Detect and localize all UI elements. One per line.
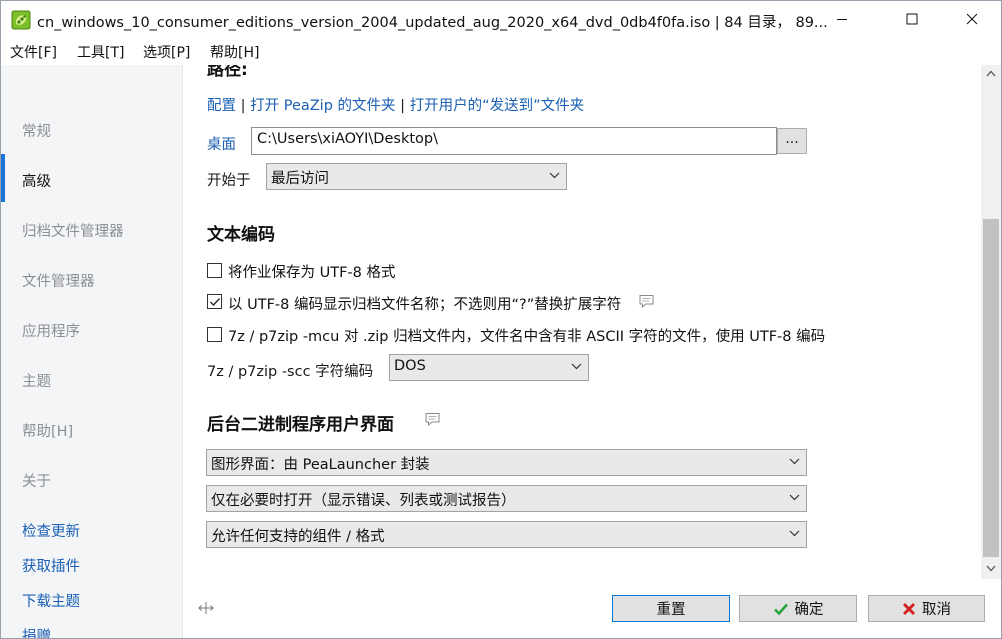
menu-help[interactable]: 帮助[H]	[210, 42, 259, 62]
display-utf8-label: 以 UTF-8 编码显示归档文件名称；不选则用“?”替换扩展字符	[228, 297, 622, 313]
reset-button[interactable]: 重置	[612, 595, 730, 622]
link-separator: |	[400, 98, 406, 114]
scc-encoding-select[interactable]: DOS	[389, 354, 589, 381]
link-separator: |	[240, 98, 246, 114]
minimize-button[interactable]	[819, 1, 865, 37]
window-title: cn_windows_10_consumer_editions_version_…	[37, 15, 828, 31]
sidebar-item-file-manager[interactable]: 文件管理器	[22, 270, 95, 291]
donate-link[interactable]: 捐赠	[22, 625, 51, 638]
cross-icon	[902, 602, 916, 616]
encoding-heading: 文本编码	[207, 225, 275, 245]
display-utf8-checkbox[interactable]	[207, 294, 222, 309]
dialog-button-bar: 重置 确定 取消	[184, 579, 1001, 638]
menu-bar: 文件[F] 工具[T] 选项[P] 帮助[H]	[1, 39, 1001, 65]
paths-heading: 路径:	[207, 65, 248, 80]
save-jobs-utf8-checkbox[interactable]	[207, 263, 222, 278]
maximize-icon	[906, 13, 918, 25]
open-when-value: 仅在必要时打开（显示错误、列表或测试报告）	[211, 493, 516, 509]
peazip-settings-window: cn_windows_10_consumer_editions_version_…	[0, 0, 1002, 639]
menu-file[interactable]: 文件[F]	[10, 42, 57, 62]
start-in-value: 最后访问	[271, 171, 329, 187]
reset-label: 重置	[656, 602, 686, 618]
resize-grip-icon[interactable]	[198, 601, 214, 615]
chevron-down-icon	[549, 172, 560, 179]
config-link[interactable]: 配置	[207, 98, 236, 114]
check-updates-link[interactable]: 检查更新	[22, 520, 80, 541]
open-sendto-folder-link[interactable]: 打开用户的“发送到”文件夹	[410, 98, 585, 114]
open-when-select[interactable]: 仅在必要时打开（显示错误、列表或测试报告）	[206, 485, 807, 512]
minimize-icon	[837, 19, 847, 20]
download-themes-link[interactable]: 下载主题	[22, 590, 80, 611]
cancel-label: 取消	[922, 602, 951, 618]
chevron-down-icon	[571, 363, 582, 370]
sidebar-item-archive-manager[interactable]: 归档文件管理器	[22, 220, 124, 241]
scc-encoding-label: 7z / p7zip -scc 字符编码	[207, 364, 374, 380]
mcu-utf8-label: 7z / p7zip -mcu 对 .zip 归档文件内，文件名中含有非 ASC…	[228, 329, 826, 345]
checkmark-icon	[210, 298, 220, 306]
scroll-down-icon[interactable]	[986, 565, 996, 572]
chevron-down-icon	[789, 530, 800, 537]
browse-button[interactable]: ...	[777, 128, 807, 154]
start-in-label: 开始于	[207, 173, 251, 189]
get-plugins-link[interactable]: 获取插件	[22, 555, 80, 576]
settings-sidebar: 常规 高级 归档文件管理器 文件管理器 应用程序 主题 帮助[H] 关于 检查更…	[1, 65, 183, 638]
sidebar-item-themes[interactable]: 主题	[22, 370, 51, 391]
mcu-utf8-checkbox[interactable]	[207, 327, 222, 342]
settings-content: 路径: 配置 | 打开 PeaZip 的文件夹 | 打开用户的“发送到”文件夹 …	[184, 65, 981, 579]
gui-wrapper-value: 图形界面：由 PeaLauncher 封装	[211, 457, 430, 473]
cancel-button[interactable]: 取消	[868, 595, 985, 622]
checkmark-icon	[773, 602, 789, 616]
sidebar-item-help[interactable]: 帮助[H]	[22, 420, 73, 441]
chevron-down-icon	[789, 458, 800, 465]
save-jobs-utf8-label: 将作业保存为 UTF-8 格式	[228, 265, 396, 281]
ok-label: 确定	[794, 602, 824, 618]
scroll-up-icon[interactable]	[986, 70, 996, 77]
allowed-components-select[interactable]: 允许任何支持的组件 / 格式	[206, 521, 807, 548]
title-bar: cn_windows_10_consumer_editions_version_…	[1, 1, 1001, 39]
ok-button[interactable]: 确定	[739, 595, 857, 622]
chevron-down-icon	[789, 494, 800, 501]
sidebar-item-advanced[interactable]: 高级	[22, 170, 51, 191]
comment-icon[interactable]	[638, 294, 655, 309]
open-peazip-folder-link[interactable]: 打开 PeaZip 的文件夹	[250, 98, 395, 114]
backend-ui-heading: 后台二进制程序用户界面	[207, 415, 394, 435]
peazip-app-icon	[11, 10, 31, 30]
close-button[interactable]	[949, 1, 995, 37]
desktop-path-input[interactable]: C:\Users\xiAOYI\Desktop\	[251, 127, 777, 155]
sidebar-item-about[interactable]: 关于	[22, 470, 51, 491]
allowed-components-value: 允许任何支持的组件 / 格式	[211, 529, 385, 545]
vertical-scrollbar[interactable]	[981, 65, 1001, 579]
desktop-label[interactable]: 桌面	[207, 133, 236, 154]
active-indicator	[1, 154, 5, 202]
start-in-select[interactable]: 最后访问	[266, 163, 567, 190]
sidebar-item-applications[interactable]: 应用程序	[22, 320, 80, 341]
sidebar-item-general[interactable]: 常规	[22, 120, 51, 141]
close-icon	[966, 13, 978, 25]
menu-tools[interactable]: 工具[T]	[77, 42, 124, 62]
menu-options[interactable]: 选项[P]	[143, 42, 190, 62]
scrollbar-thumb[interactable]	[983, 219, 999, 557]
comment-icon[interactable]	[424, 412, 441, 427]
path-links-row: 配置 | 打开 PeaZip 的文件夹 | 打开用户的“发送到”文件夹	[207, 94, 584, 115]
maximize-button[interactable]	[889, 1, 935, 37]
gui-wrapper-select[interactable]: 图形界面：由 PeaLauncher 封装	[206, 449, 807, 476]
scc-encoding-value: DOS	[394, 358, 426, 374]
